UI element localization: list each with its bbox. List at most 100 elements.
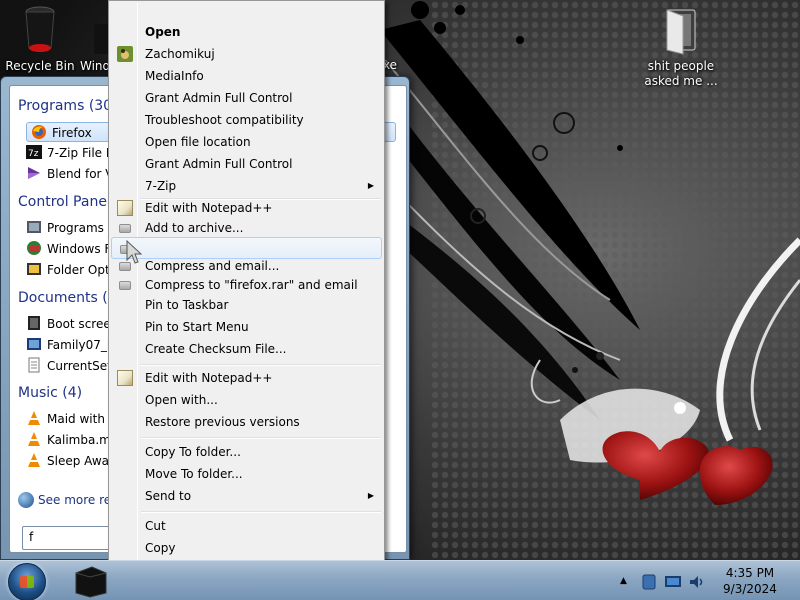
menu-item-grant-admin-1[interactable]: Grant Admin Full Control xyxy=(111,87,382,109)
menu-item-label: Create Checksum File... xyxy=(145,342,287,356)
menu-item-edit-notepad-2[interactable]: Edit with Notepad++ xyxy=(111,367,382,389)
firefox-icon xyxy=(32,125,46,139)
result-label: Folder Opti xyxy=(47,263,113,277)
menu-item-label: Troubleshoot compatibility xyxy=(145,113,304,127)
folder-options-icon xyxy=(27,263,41,275)
vlc-icon xyxy=(28,453,40,467)
menu-item-label: Open with... xyxy=(145,393,218,407)
firewall-icon xyxy=(27,241,41,255)
menu-item-move-to-folder[interactable]: Move To folder... xyxy=(111,463,382,485)
group-music[interactable]: Music (4) xyxy=(18,385,82,401)
menu-item-7zip[interactable]: 7-Zip ▶ xyxy=(111,175,382,197)
result-7zip[interactable]: 7z 7-Zip File M xyxy=(26,143,116,163)
network-icon[interactable] xyxy=(640,573,658,591)
desktop-icon-label: Recycle Bin xyxy=(5,59,75,73)
menu-item-label: Edit with Notepad++ xyxy=(145,371,273,385)
menu-item-mediainfo[interactable]: MediaInfo xyxy=(111,65,382,87)
svg-text:7z: 7z xyxy=(28,149,39,159)
menu-item-edit-notepad-1[interactable]: Edit with Notepad++ xyxy=(111,197,382,219)
desktop-icon-label: shit people asked me ... xyxy=(644,59,718,88)
menu-item-label: Move To folder... xyxy=(145,467,243,481)
menu-item-open-with[interactable]: Open with... xyxy=(111,389,382,411)
taskbar-app-button[interactable] xyxy=(66,563,114,599)
menu-item-label: Grant Admin Full Control xyxy=(145,157,293,171)
zachomikuj-icon xyxy=(117,46,133,62)
show-hidden-icons-icon[interactable]: ▲ xyxy=(620,576,627,586)
clock-date: 9/3/2024 xyxy=(723,582,777,596)
menu-item-cut[interactable]: Cut xyxy=(111,515,382,537)
folder-icon xyxy=(666,9,696,55)
window-icon xyxy=(94,24,108,54)
result-folder-options[interactable]: Folder Opti xyxy=(26,260,113,280)
result-windows-firewall[interactable]: Windows Fi xyxy=(26,239,114,259)
menu-item-pin-start[interactable]: Pin to Start Menu xyxy=(111,316,382,338)
menu-item-add-to-archive[interactable]: Add to archive... xyxy=(111,217,382,239)
menu-item-label: Open file location xyxy=(145,135,251,149)
group-programs[interactable]: Programs (30) xyxy=(18,98,118,114)
result-family07[interactable]: Family07_b xyxy=(26,335,115,355)
submenu-arrow-icon: ▶ xyxy=(367,491,374,500)
group-documents[interactable]: Documents (8 xyxy=(18,290,117,306)
recycle-bin-icon xyxy=(25,6,55,52)
start-button[interactable] xyxy=(8,563,46,600)
menu-item-compress-rar-email[interactable]: Compress to "firefox.rar" and email xyxy=(111,274,382,296)
result-label: Maid with t xyxy=(47,412,114,426)
result-maid-with[interactable]: Maid with t xyxy=(26,409,113,429)
result-current-settings[interactable]: CurrentSett xyxy=(26,356,116,376)
search-input-value: f xyxy=(29,530,34,544)
document-file-icon xyxy=(27,338,41,350)
result-label: Firefox xyxy=(52,126,92,140)
result-kalimba[interactable]: Kalimba.mp xyxy=(26,430,118,450)
result-label: Sleep Away xyxy=(47,454,117,468)
menu-item-label: Pin to Start Menu xyxy=(145,320,249,334)
volume-icon[interactable] xyxy=(688,573,706,591)
menu-item-troubleshoot[interactable]: Troubleshoot compatibility xyxy=(111,109,382,131)
menu-item-label: Copy To folder... xyxy=(145,445,241,459)
notepad-icon xyxy=(117,200,133,216)
result-label: Windows Fi xyxy=(47,242,114,256)
menu-item-label: Pin to Taskbar xyxy=(145,298,229,312)
result-programs-features[interactable]: Programs a xyxy=(26,218,115,238)
result-label: Family07_b xyxy=(47,338,115,352)
result-sleep-away[interactable]: Sleep Away xyxy=(26,451,116,471)
app-box-icon xyxy=(75,566,107,598)
monitor-icon[interactable] xyxy=(664,574,682,590)
menu-separator xyxy=(141,364,381,366)
result-label: Programs a xyxy=(47,221,116,235)
menu-item-label: Compress to "firefox.rar" and email xyxy=(145,278,358,292)
system-tray: ▲ xyxy=(620,571,710,593)
menu-item-label: 7-Zip xyxy=(145,179,177,193)
mouse-cursor-icon xyxy=(126,240,142,264)
desktop-icon-recycle-bin[interactable]: Recycle Bin xyxy=(4,4,76,74)
group-control-panel[interactable]: Control Panel xyxy=(18,194,111,210)
menu-item-grant-admin-2[interactable]: Grant Admin Full Control xyxy=(111,153,382,175)
start-search-input[interactable]: f xyxy=(22,526,122,550)
menu-item-label: MediaInfo xyxy=(145,69,204,83)
search-globe-icon xyxy=(18,492,34,508)
result-label: Blend for Vi xyxy=(47,167,117,181)
menu-item-copy-to-folder[interactable]: Copy To folder... xyxy=(111,441,382,463)
menu-item-open[interactable]: Open xyxy=(111,21,382,43)
menu-item-open-file-location[interactable]: Open file location xyxy=(111,131,382,153)
result-label: CurrentSett xyxy=(47,359,117,373)
vlc-icon xyxy=(28,432,40,446)
result-boot-screen[interactable]: Boot screer xyxy=(26,314,116,334)
menu-item-create-checksum[interactable]: Create Checksum File... xyxy=(111,338,382,360)
menu-item-send-to[interactable]: Send to ▶ xyxy=(111,485,382,507)
menu-item-copy[interactable]: Copy xyxy=(111,537,382,559)
blend-icon xyxy=(28,167,40,179)
7zip-icon: 7z xyxy=(26,145,42,159)
menu-item-label: Grant Admin Full Control xyxy=(145,91,293,105)
menu-item-zachomikuj[interactable]: Zachomikuj xyxy=(111,43,382,65)
submenu-arrow-icon: ▶ xyxy=(367,181,374,190)
menu-item-restore-previous[interactable]: Restore previous versions xyxy=(111,411,382,433)
menu-item-pin-taskbar[interactable]: Pin to Taskbar xyxy=(111,294,382,316)
archive-icon xyxy=(119,224,131,233)
archive-icon xyxy=(119,281,131,290)
text-file-icon xyxy=(28,357,40,373)
result-blend[interactable]: Blend for Vi xyxy=(26,164,117,184)
taskbar-clock[interactable]: 4:35 PM 9/3/2024 xyxy=(716,565,784,597)
menu-item-label: Edit with Notepad++ xyxy=(145,201,273,215)
menu-item-label: Zachomikuj xyxy=(145,47,215,61)
desktop-icon-folder[interactable]: shit people asked me ... xyxy=(640,6,722,89)
